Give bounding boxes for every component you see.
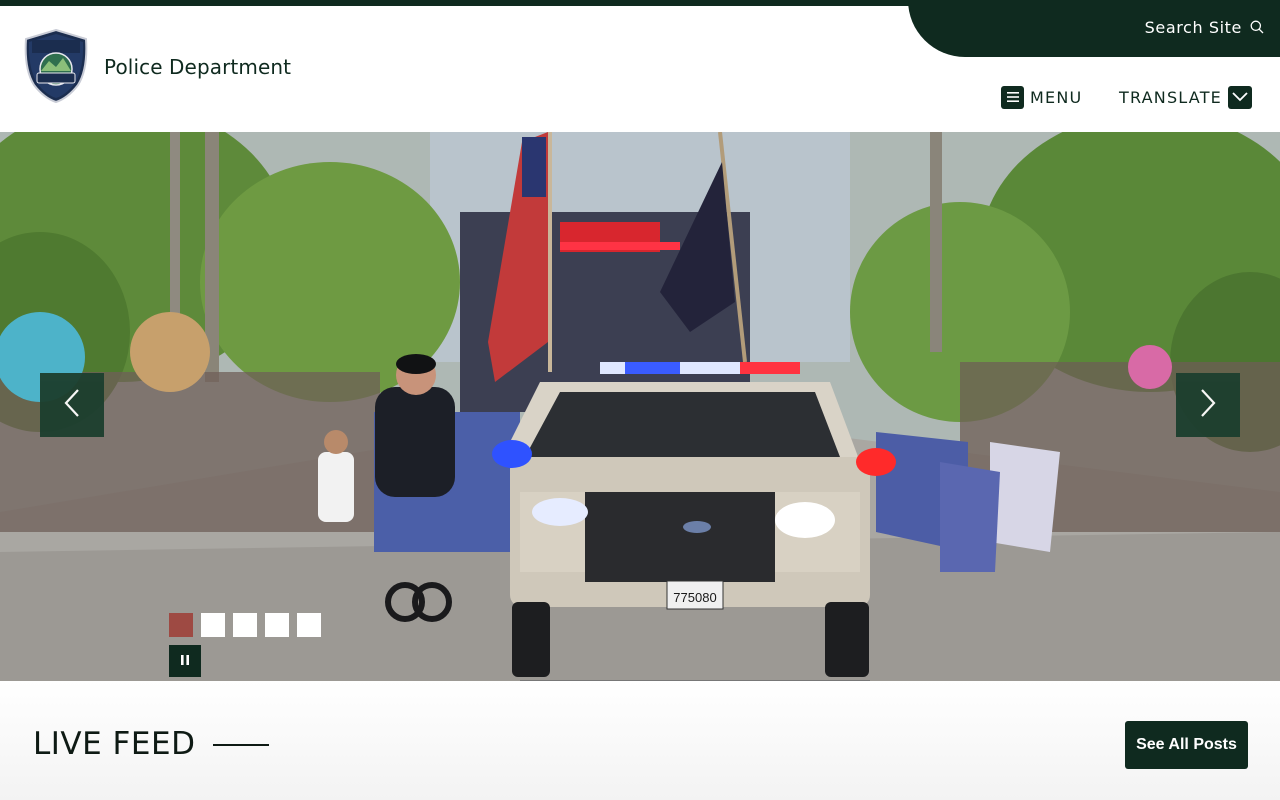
slide-dot-1[interactable] bbox=[169, 613, 193, 637]
live-feed-title: LIVE FEED bbox=[33, 726, 196, 762]
slide-dot-4[interactable] bbox=[265, 613, 289, 637]
police-badge-logo[interactable] bbox=[23, 28, 89, 104]
translate-button[interactable]: TRANSLATE bbox=[1119, 85, 1252, 109]
chevron-down-icon bbox=[1227, 85, 1252, 109]
menu-label: MENU bbox=[1030, 87, 1083, 107]
chevron-left-icon bbox=[64, 388, 80, 423]
slide-prev-button[interactable] bbox=[40, 373, 104, 437]
see-all-posts-button[interactable]: See All Posts bbox=[1125, 721, 1248, 769]
slide-dot-2[interactable] bbox=[201, 613, 225, 637]
slideshow-pause-button[interactable] bbox=[169, 645, 201, 677]
pause-icon bbox=[181, 652, 189, 670]
hero-image: 775080 bbox=[0, 132, 1280, 681]
page-title[interactable]: Police Department bbox=[104, 55, 291, 79]
license-plate-text: 775080 bbox=[673, 590, 716, 605]
search-site-button[interactable]: Search Site bbox=[908, 0, 1280, 57]
translate-label: TRANSLATE bbox=[1119, 87, 1222, 107]
menu-button[interactable]: MENU bbox=[1001, 85, 1082, 109]
hero-slideshow: 775080 bbox=[0, 132, 1280, 681]
search-icon bbox=[1250, 19, 1264, 38]
search-site-label: Search Site bbox=[1144, 18, 1242, 37]
chevron-right-icon bbox=[1200, 388, 1216, 423]
slide-dot-3[interactable] bbox=[233, 613, 257, 637]
title-divider bbox=[213, 744, 269, 746]
slide-dot-5[interactable] bbox=[297, 613, 321, 637]
slide-indicators bbox=[169, 613, 329, 637]
slide-next-button[interactable] bbox=[1176, 373, 1240, 437]
hamburger-icon bbox=[1001, 85, 1024, 109]
